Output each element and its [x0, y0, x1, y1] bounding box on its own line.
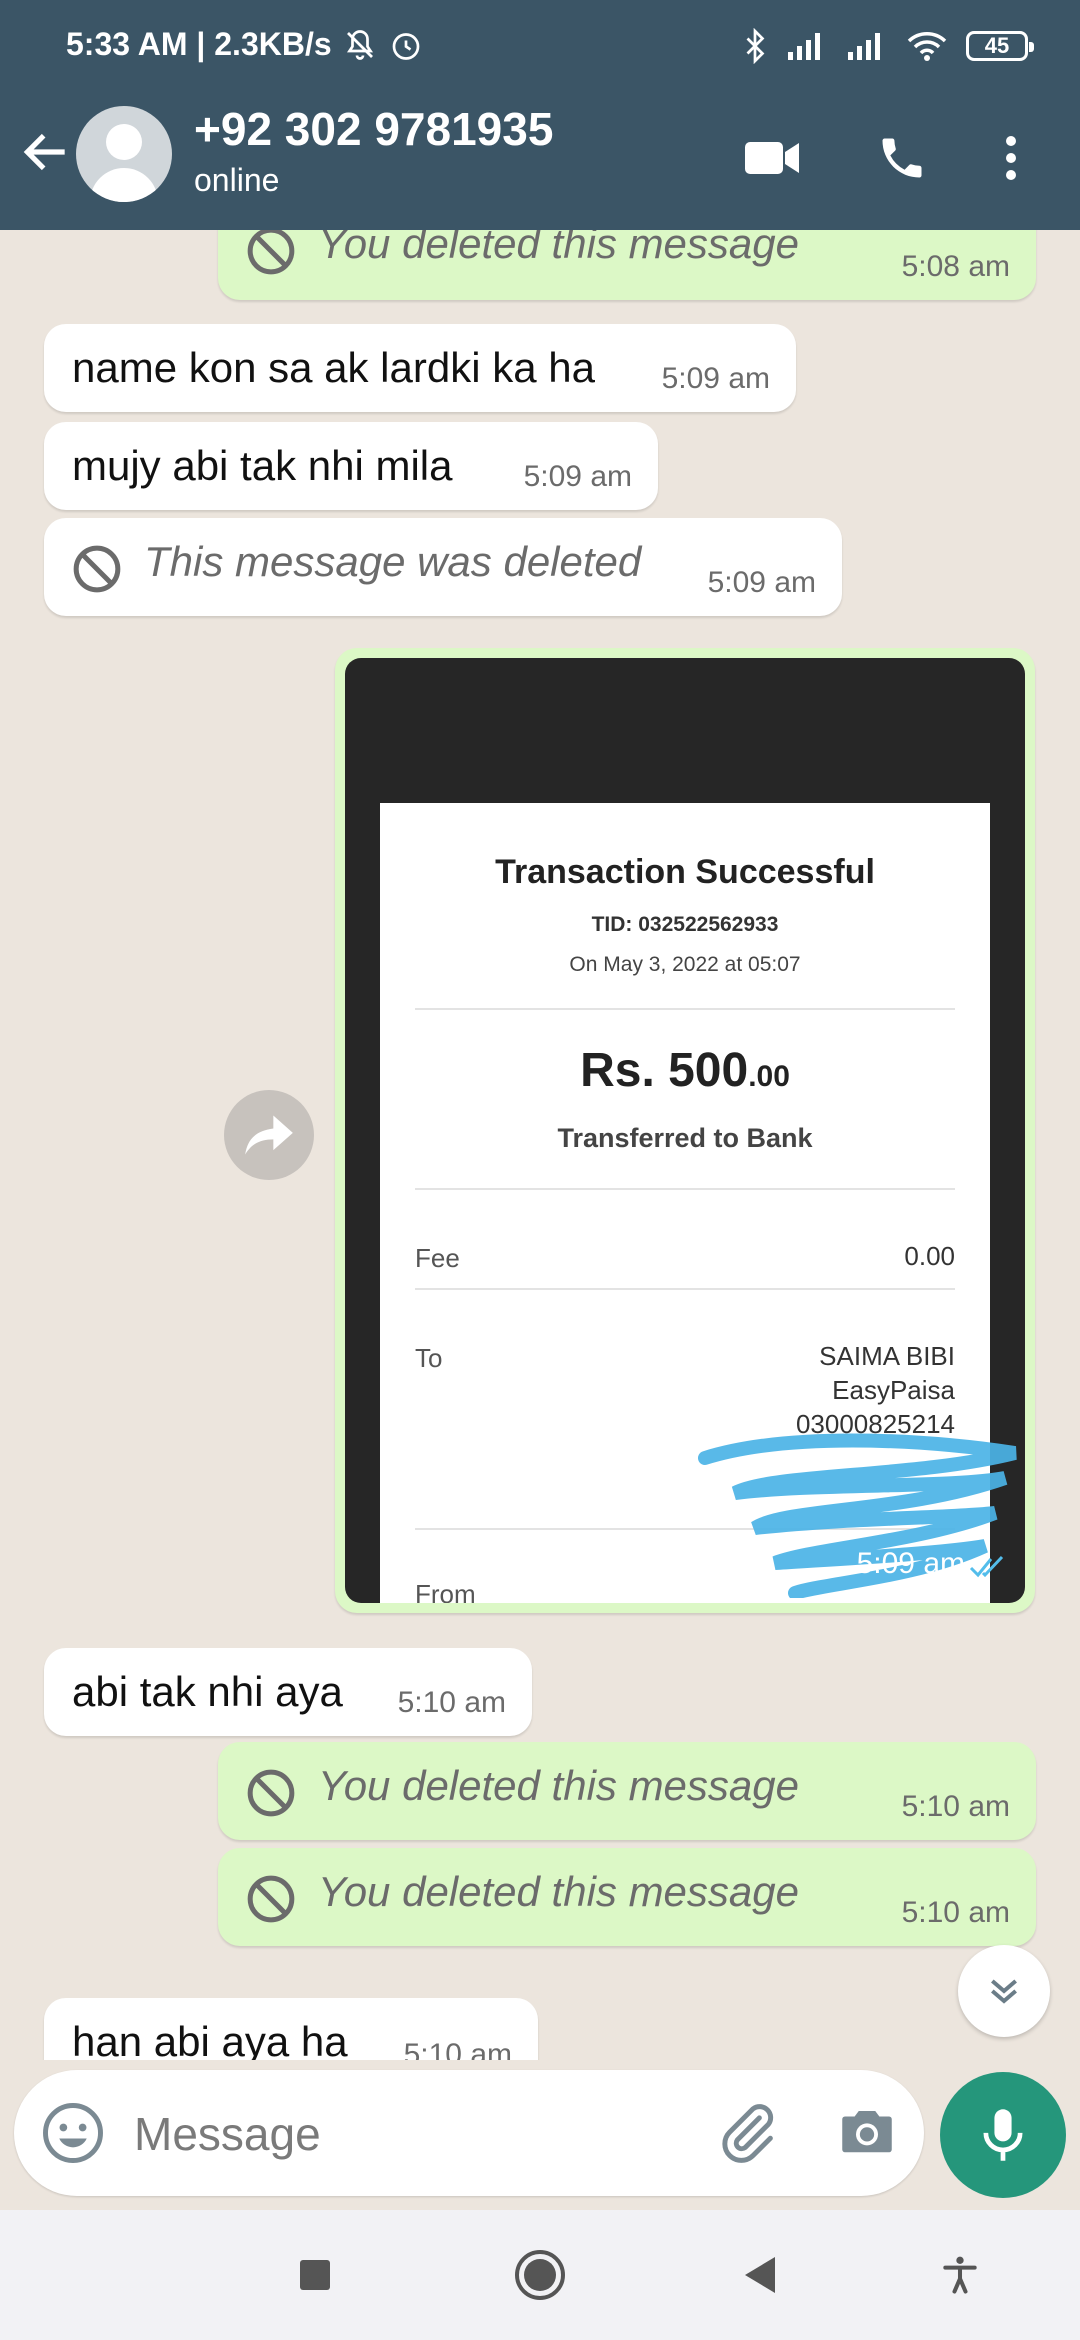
message-time: 5:09 am: [661, 362, 770, 395]
square-icon: [300, 2260, 330, 2290]
video-call-button[interactable]: [740, 126, 804, 190]
deleted-icon: [247, 230, 295, 275]
message-time: 5:10 am: [901, 1896, 1010, 1929]
message-time: 5:09 am: [707, 566, 816, 599]
forward-icon: [245, 1115, 293, 1155]
system-nav-bar: [0, 2210, 1080, 2340]
to-name: SAIMA BIBI: [819, 1341, 955, 1371]
message-input[interactable]: [132, 2098, 696, 2170]
deleted-icon: [247, 1769, 295, 1817]
double-chevron-down-icon: [991, 1979, 1017, 2004]
receipt-transfer-type: Transferred to Bank: [557, 1123, 813, 1153]
microphone-icon: [983, 2109, 1023, 2161]
status-bar: 5:33 AM | 2.3KB/s 45: [0, 0, 1080, 96]
alarm-icon: [392, 32, 419, 60]
to-label: To: [415, 1343, 443, 1373]
fee-value: 0.00: [904, 1241, 955, 1271]
paperclip-icon[interactable]: [714, 2100, 780, 2166]
image-message[interactable]: Transaction Successful TID: 032522562933…: [335, 648, 1035, 1613]
chat-header: +92 302 9781935 online: [0, 96, 1080, 230]
accessibility-icon: [943, 2256, 977, 2294]
message-bubble[interactable]: This message was deleted 5:09 am: [44, 518, 842, 616]
message-composer: [14, 2070, 924, 2196]
message-time: 5:08 am: [901, 250, 1010, 283]
message-time: 5:09 am: [523, 460, 632, 493]
receipt-tid: TID: 032522562933: [591, 913, 779, 936]
recents-button[interactable]: [285, 2245, 345, 2305]
accessibility-button[interactable]: [930, 2245, 990, 2305]
deleted-icon: [73, 545, 121, 593]
chat-area[interactable]: You deleted this message 5:08 am name ko…: [0, 230, 1080, 2060]
triangle-back-icon: [745, 2257, 775, 2293]
message-time: 5:09 am: [856, 1547, 965, 1580]
more-options-button[interactable]: [986, 126, 1036, 190]
avatar[interactable]: [76, 106, 172, 202]
message-time: 5:10 am: [397, 1686, 506, 1719]
message-text: name kon sa ak lardki ka ha: [72, 344, 595, 391]
deleted-icon: [247, 1875, 295, 1923]
message-bubble[interactable]: You deleted this message 5:08 am: [218, 230, 1036, 300]
message-bubble[interactable]: abi tak nhi aya 5:10 am: [44, 1648, 532, 1736]
wifi-icon: [907, 32, 947, 61]
receipt-date: On May 3, 2022 at 05:07: [569, 953, 801, 976]
phone-icon: [882, 138, 922, 178]
contact-name[interactable]: +92 302 9781935: [194, 102, 553, 156]
home-circle-icon: [515, 2250, 565, 2300]
contact-status: online: [194, 162, 280, 198]
camera-icon[interactable]: [834, 2100, 900, 2166]
message-text: You deleted this message: [318, 1868, 799, 1915]
fee-label: Fee: [415, 1243, 460, 1273]
app-header: 5:33 AM | 2.3KB/s 45 +92 302 9781935 onl…: [0, 0, 1080, 230]
message-text: abi tak nhi aya: [72, 1668, 343, 1715]
message-bubble[interactable]: han abi aya ha 5:10 am: [44, 1998, 538, 2060]
voice-message-button[interactable]: [940, 2072, 1066, 2198]
back-arrow-icon[interactable]: [18, 124, 74, 180]
voice-call-button[interactable]: [870, 126, 934, 190]
message-text: This message was deleted: [144, 538, 642, 585]
home-button[interactable]: [510, 2245, 570, 2305]
battery-indicator: 45: [966, 31, 1034, 61]
message-time: 5:10 am: [901, 1790, 1010, 1823]
signal-icon-2: [848, 33, 880, 60]
emoji-icon[interactable]: [40, 2100, 106, 2166]
bluetooth-icon: [746, 28, 765, 64]
video-camera-icon: [745, 142, 799, 174]
more-vert-icon: [1006, 136, 1016, 180]
receipt-title: Transaction Successful: [495, 853, 875, 891]
receipt-amount: Rs. 500.00: [580, 1044, 790, 1097]
message-bubble[interactable]: mujy abi tak nhi mila 5:09 am: [44, 422, 658, 510]
scroll-to-bottom-button[interactable]: [958, 1945, 1050, 2037]
message-bubble[interactable]: You deleted this message 5:10 am: [218, 1848, 1036, 1946]
message-text: You deleted this message: [318, 230, 799, 267]
forward-button[interactable]: [224, 1090, 314, 1180]
from-label: From: [415, 1579, 476, 1603]
back-button[interactable]: [730, 2245, 790, 2305]
mute-bell-icon: [346, 29, 373, 60]
message-text: You deleted this message: [318, 1762, 799, 1809]
message-time: 5:10 am: [403, 2038, 512, 2060]
signal-icon: [788, 33, 820, 60]
to-bank: EasyPaisa: [832, 1375, 955, 1405]
message-bubble[interactable]: You deleted this message 5:10 am: [218, 1742, 1036, 1840]
message-text: mujy abi tak nhi mila: [72, 442, 453, 489]
status-time: 5:33 AM | 2.3KB/s: [66, 26, 332, 62]
receipt-screenshot[interactable]: Transaction Successful TID: 032522562933…: [345, 658, 1025, 1603]
message-text: han abi aya ha: [72, 2018, 348, 2060]
message-bubble[interactable]: name kon sa ak lardki ka ha 5:09 am: [44, 324, 796, 412]
read-receipt-icon: [969, 1555, 1004, 1578]
